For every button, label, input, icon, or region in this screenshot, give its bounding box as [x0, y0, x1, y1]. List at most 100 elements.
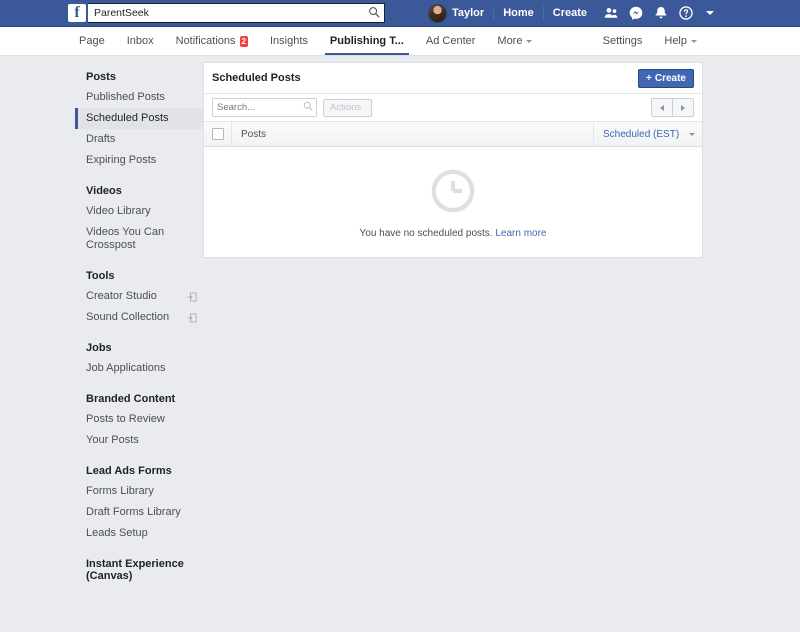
sidebar-item-label: Drafts — [86, 133, 116, 145]
tab-publishing-tools[interactable]: Publishing T... — [319, 27, 415, 55]
sidebar-item-posts-to-review[interactable]: Posts to Review — [75, 409, 203, 430]
tab-bar-right: Settings Help — [592, 27, 708, 55]
sidebar-item-label: Published Posts — [86, 91, 165, 103]
empty-state-message: You have no scheduled posts. — [359, 227, 493, 239]
sidebar-item-label: Job Applications — [86, 362, 166, 374]
sidebar-item-sound-collection[interactable]: Sound Collection — [75, 307, 203, 328]
tab-inbox[interactable]: Inbox — [116, 27, 165, 55]
tab-label: Page — [79, 35, 105, 47]
sidebar-item-label: Videos You Can Crosspost — [86, 226, 165, 251]
sidebar-item-published-posts[interactable]: Published Posts — [75, 87, 203, 108]
tab-more[interactable]: More — [486, 27, 543, 55]
empty-state: You have no scheduled posts. Learn more — [204, 147, 702, 257]
sidebar-item-your-posts[interactable]: Your Posts — [75, 430, 203, 451]
tab-label: Insights — [270, 35, 308, 47]
help-circle-icon[interactable] — [679, 6, 693, 20]
sort-chevron-down-icon — [689, 132, 695, 136]
tab-help[interactable]: Help — [653, 27, 708, 55]
global-search-input[interactable] — [88, 3, 385, 23]
next-page-button[interactable] — [673, 98, 694, 117]
sidebar-item-creator-studio[interactable]: Creator Studio — [75, 286, 203, 307]
create-button[interactable]: + Create — [638, 68, 694, 88]
actions-dropdown-button[interactable]: Actions — [323, 98, 373, 117]
empty-state-text: You have no scheduled posts. Learn more — [360, 228, 547, 239]
user-avatar[interactable] — [427, 3, 447, 23]
pagination-controls — [651, 98, 694, 117]
sidebar-item-label: Sound Collection — [86, 311, 170, 323]
sidebar-item-label: Posts to Review — [86, 413, 165, 425]
tab-label: Settings — [602, 35, 643, 47]
tab-label: Notifications — [175, 35, 236, 47]
select-all-cell[interactable] — [204, 122, 232, 146]
facebook-logo-icon[interactable]: f — [68, 4, 86, 22]
learn-more-link[interactable]: Learn more — [495, 228, 546, 239]
tab-notifications[interactable]: Notifications 2 — [165, 27, 259, 55]
next-page-icon — [681, 104, 685, 111]
tab-label: Help — [664, 35, 687, 47]
notifications-bell-icon[interactable] — [654, 6, 668, 20]
sidebar-heading-tools: Tools — [86, 270, 115, 282]
sidebar-heading-videos: Videos — [86, 185, 122, 197]
sidebar-heading-lead-ads-forms: Lead Ads Forms — [86, 465, 172, 477]
user-name-link[interactable]: Taylor — [452, 6, 495, 20]
sidebar-heading-jobs: Jobs — [86, 342, 112, 354]
sidebar-item-label: Video Library — [86, 205, 151, 217]
account-chevron-down-icon[interactable] — [706, 11, 714, 15]
column-header-posts: Posts — [232, 122, 594, 146]
sidebar-item-forms-library[interactable]: Forms Library — [75, 481, 203, 502]
sidebar-item-video-library[interactable]: Video Library — [75, 201, 203, 222]
column-header-scheduled[interactable]: Scheduled (EST) — [594, 122, 702, 146]
search-input[interactable] — [212, 98, 317, 117]
facebook-top-bar: f Taylor Home Create — [0, 0, 800, 27]
search-icon — [303, 101, 313, 111]
sidebar-item-drafts[interactable]: Drafts — [75, 129, 203, 150]
plus-icon: + — [646, 72, 652, 84]
page-tab-bar: Page Inbox Notifications 2 Insights Publ… — [0, 27, 800, 56]
home-link[interactable]: Home — [494, 6, 544, 20]
search-icon[interactable] — [368, 6, 380, 18]
tab-ad-center[interactable]: Ad Center — [415, 27, 487, 55]
notifications-badge: 2 — [239, 35, 248, 47]
global-search — [88, 3, 385, 23]
chevron-down-icon — [526, 39, 533, 43]
page-tabs: Page Inbox Notifications 2 Insights Publ… — [68, 27, 543, 55]
tab-page[interactable]: Page — [68, 27, 116, 55]
previous-page-button[interactable] — [651, 98, 673, 117]
publishing-tools-sidebar: Posts Published Posts Scheduled Posts Dr… — [75, 62, 203, 586]
prev-page-icon — [660, 104, 664, 111]
sidebar-item-expiring-posts[interactable]: Expiring Posts — [75, 150, 203, 171]
friend-requests-icon[interactable] — [604, 6, 618, 20]
column-header-label: Scheduled (EST) — [603, 128, 680, 140]
create-button-label: Create — [654, 72, 686, 84]
sidebar-item-label: Expiring Posts — [86, 154, 157, 166]
sidebar-item-label: Your Posts — [86, 434, 139, 446]
tab-settings[interactable]: Settings — [592, 27, 654, 55]
sidebar-heading-instant-experience[interactable]: Instant Experience (Canvas) — [78, 552, 203, 586]
page-body: Posts Published Posts Scheduled Posts Dr… — [0, 56, 800, 586]
tab-label: Publishing T... — [329, 35, 404, 47]
tab-label: Ad Center — [425, 35, 476, 47]
messenger-icon[interactable] — [629, 6, 643, 20]
sidebar-item-videos-you-can-crosspost[interactable]: Videos You Can Crosspost — [75, 222, 203, 256]
tab-label: Inbox — [126, 35, 154, 47]
scheduled-posts-card: Scheduled Posts + Create Actions — [203, 62, 703, 258]
select-all-checkbox[interactable] — [211, 128, 224, 140]
sidebar-item-job-applications[interactable]: Job Applications — [75, 358, 203, 379]
actions-label: Actions — [330, 101, 362, 113]
sidebar-item-leads-setup[interactable]: Leads Setup — [75, 523, 203, 544]
sidebar-item-draft-forms-library[interactable]: Draft Forms Library — [75, 502, 203, 523]
top-bar-icon-group — [596, 6, 714, 20]
sidebar-item-label: Scheduled Posts — [86, 112, 169, 124]
table-header-row: Posts Scheduled (EST) — [204, 122, 702, 147]
external-link-icon — [187, 292, 197, 301]
chevron-down-icon — [691, 39, 697, 43]
tab-insights[interactable]: Insights — [259, 27, 319, 55]
posts-search — [212, 98, 317, 117]
tab-label: More — [497, 35, 523, 47]
card-header: Scheduled Posts + Create — [204, 63, 702, 94]
create-link[interactable]: Create — [544, 6, 596, 20]
sidebar-heading-branded-content: Branded Content — [86, 393, 176, 405]
sidebar-item-scheduled-posts[interactable]: Scheduled Posts — [75, 108, 203, 129]
clock-icon — [431, 169, 475, 212]
page-title: Scheduled Posts — [212, 72, 301, 84]
